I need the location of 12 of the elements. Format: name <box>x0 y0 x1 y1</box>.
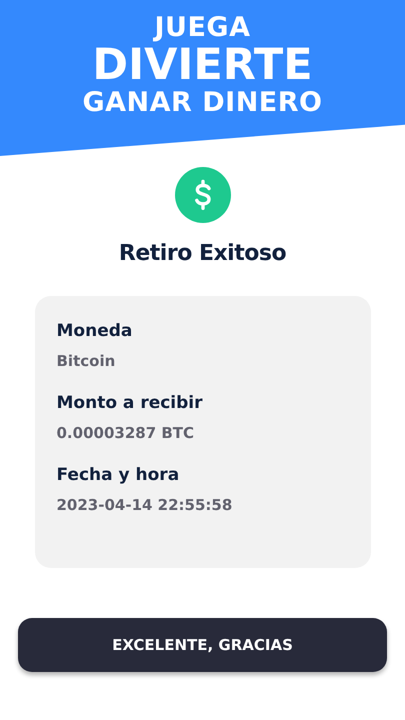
success-title: Retiro Exitoso <box>118 241 286 266</box>
detail-value: Bitcoin <box>56 352 116 370</box>
detail-value: 2023-04-14 22:55:58 <box>56 497 234 514</box>
banner-heading: JUEGA <box>154 14 250 41</box>
detail-label: Fecha y hora <box>56 466 180 486</box>
detail-label: Monto a recibir <box>56 394 204 413</box>
detail-value: 0.00003287 BTC <box>56 424 196 442</box>
dollar-icon <box>174 167 230 223</box>
banner-heading: GANAR DINERO <box>82 89 322 116</box>
detail-label: Moneda <box>56 322 134 341</box>
confirm-button[interactable]: EXCELENTE, GRACIAS <box>18 618 387 672</box>
banner-heading: DIVIERTE <box>92 44 313 87</box>
